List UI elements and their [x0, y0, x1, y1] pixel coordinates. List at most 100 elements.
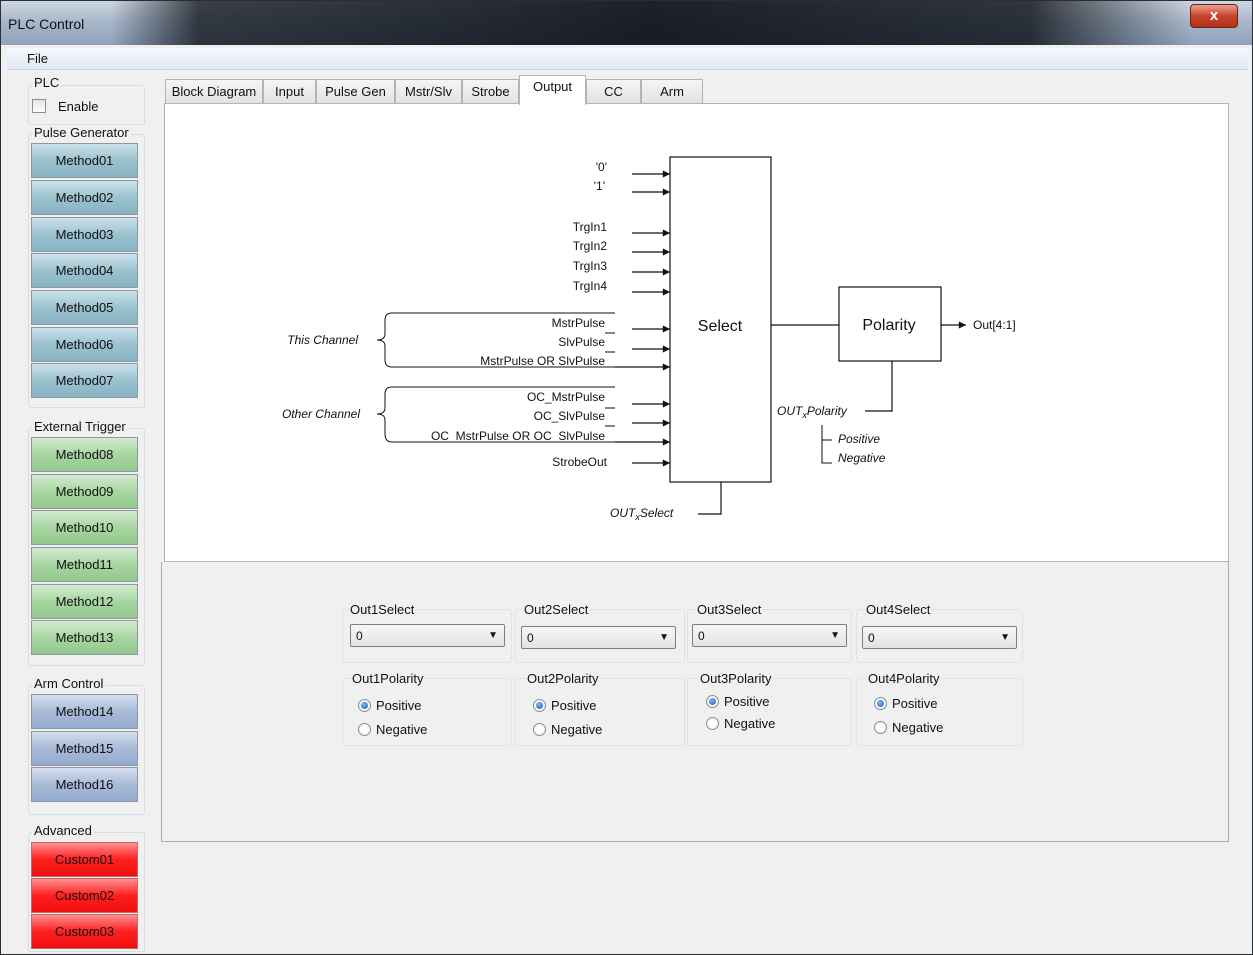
close-icon: x	[1209, 7, 1219, 24]
out1-select-dropdown[interactable]: 0 ▼	[350, 624, 505, 647]
method12-button[interactable]: Method12	[31, 584, 138, 619]
oc-mstrpulse-label: OC_MstrPulse	[527, 390, 605, 404]
method10-button[interactable]: Method10	[31, 510, 138, 545]
out4-select-value: 0	[868, 631, 875, 645]
out2-select-value: 0	[527, 631, 534, 645]
close-button[interactable]: x	[1190, 4, 1238, 28]
pulse-generator-group-label: Pulse Generator	[32, 125, 131, 140]
method03-button[interactable]: Method03	[31, 217, 138, 252]
method15-button[interactable]: Method15	[31, 731, 138, 766]
menu-file[interactable]: File	[27, 51, 48, 66]
trgin3-label: TrgIn3	[573, 259, 608, 273]
input-label-0: '0'	[596, 160, 607, 174]
out3-positive-label: Positive	[724, 694, 770, 709]
external-trigger-group-label: External Trigger	[32, 419, 128, 434]
out4-positive-radio[interactable]	[874, 697, 887, 710]
menu-bar: File	[7, 48, 1248, 70]
out3-polarity-group	[687, 678, 852, 746]
tab-cc[interactable]: CC	[586, 79, 641, 104]
method16-button[interactable]: Method16	[31, 767, 138, 802]
out1-select-value: 0	[356, 629, 363, 643]
out3-negative-label: Negative	[724, 716, 776, 731]
out4-select-label: Out4Select	[865, 602, 932, 617]
input-label-1: '1'	[594, 179, 605, 193]
advanced-group-label: Advanced	[32, 823, 94, 838]
tab-pulse-gen[interactable]: Pulse Gen	[316, 79, 395, 104]
out2-negative-radio[interactable]	[533, 723, 546, 736]
method09-button[interactable]: Method09	[31, 474, 138, 509]
plc-group-label: PLC	[32, 75, 62, 90]
chevron-down-icon: ▼	[659, 632, 669, 643]
out3-negative-radio[interactable]	[706, 717, 719, 730]
tab-mstr-slv[interactable]: Mstr/Slv	[395, 79, 462, 104]
out3-select-dropdown[interactable]: 0 ▼	[692, 624, 847, 647]
out4-negative-label: Negative	[892, 720, 944, 735]
out2-negative-label: Negative	[551, 722, 603, 737]
slvpulse-label: SlvPulse	[558, 335, 605, 349]
mstr-or-slv-label: MstrPulse OR SlvPulse	[480, 354, 605, 368]
arm-control-group-label: Arm Control	[32, 676, 106, 691]
tab-input[interactable]: Input	[263, 79, 316, 104]
out4-polarity-group	[856, 678, 1023, 746]
tab-block-diagram[interactable]: Block Diagram	[165, 79, 263, 104]
tab-arm[interactable]: Arm	[641, 79, 703, 104]
out4-positive-label: Positive	[892, 696, 938, 711]
method08-button[interactable]: Method08	[31, 437, 138, 472]
out2-positive-radio[interactable]	[533, 699, 546, 712]
out4-negative-radio[interactable]	[874, 721, 887, 734]
oc-slvpulse-label: OC_SlvPulse	[534, 409, 606, 423]
output-block-diagram: Select Polarity Out[4:1] '0' '1' TrgIn1 …	[282, 156, 1016, 522]
polarity-option-positive: Positive	[838, 432, 880, 446]
oc-mstr-or-slv-label: OC_MstrPulse OR OC_SlvPulse	[431, 429, 605, 443]
method14-button[interactable]: Method14	[31, 694, 138, 729]
out1-negative-label: Negative	[376, 722, 428, 737]
output-label: Out[4:1]	[973, 318, 1016, 332]
out1-negative-radio[interactable]	[358, 723, 371, 736]
polarity-control-line	[865, 361, 893, 412]
out2-positive-label: Positive	[551, 698, 597, 713]
method04-button[interactable]: Method04	[31, 253, 138, 288]
out2-select-dropdown[interactable]: 0 ▼	[521, 626, 676, 649]
trgin2-label: TrgIn2	[573, 239, 608, 253]
trgin1-label: TrgIn1	[573, 220, 608, 234]
window-title: PLC Control	[8, 16, 85, 32]
select-control-label: OUTxSelect	[610, 506, 674, 522]
custom03-button[interactable]: Custom03	[31, 914, 138, 949]
method11-button[interactable]: Method11	[31, 547, 138, 582]
enable-checkbox[interactable]	[32, 99, 46, 113]
out3-positive-radio[interactable]	[706, 695, 719, 708]
output-block-diagram-panel: Select Polarity Out[4:1] '0' '1' TrgIn1 …	[164, 103, 1229, 562]
out1-polarity-label: Out1Polarity	[351, 671, 425, 686]
custom02-button[interactable]: Custom02	[31, 878, 138, 913]
chevron-down-icon: ▼	[830, 630, 840, 641]
app-window: PLC Control x File PLC Enable Pulse Gene…	[0, 0, 1253, 955]
strobeout-label: StrobeOut	[552, 455, 607, 469]
out1-select-label: Out1Select	[349, 602, 416, 617]
title-bar-shade	[111, 1, 1192, 45]
title-bar[interactable]: PLC Control x	[1, 1, 1252, 45]
out3-select-label: Out3Select	[696, 602, 763, 617]
out1-positive-label: Positive	[376, 698, 422, 713]
enable-checkbox-label: Enable	[58, 99, 99, 114]
tab-output[interactable]: Output	[519, 75, 586, 105]
polarity-option-negative: Negative	[838, 451, 886, 465]
chevron-down-icon: ▼	[488, 630, 498, 641]
method02-button[interactable]: Method02	[31, 180, 138, 215]
method01-button[interactable]: Method01	[31, 143, 138, 178]
out1-positive-radio[interactable]	[358, 699, 371, 712]
method05-button[interactable]: Method05	[31, 290, 138, 325]
select-control-line	[698, 482, 722, 515]
mstrpulse-label: MstrPulse	[552, 316, 606, 330]
polarity-control-label: OUTxPolarity	[777, 404, 848, 420]
method07-button[interactable]: Method07	[31, 363, 138, 398]
other-channel-label: Other Channel	[282, 407, 360, 421]
out2-polarity-label: Out2Polarity	[526, 671, 600, 686]
select-block-label: Select	[698, 318, 743, 335]
custom01-button[interactable]: Custom01	[31, 842, 138, 877]
method06-button[interactable]: Method06	[31, 327, 138, 362]
polarity-block-label: Polarity	[862, 317, 915, 334]
out4-select-dropdown[interactable]: 0 ▼	[862, 626, 1017, 649]
method13-button[interactable]: Method13	[31, 620, 138, 655]
out3-polarity-label: Out3Polarity	[699, 671, 773, 686]
tab-strobe[interactable]: Strobe	[462, 79, 519, 104]
